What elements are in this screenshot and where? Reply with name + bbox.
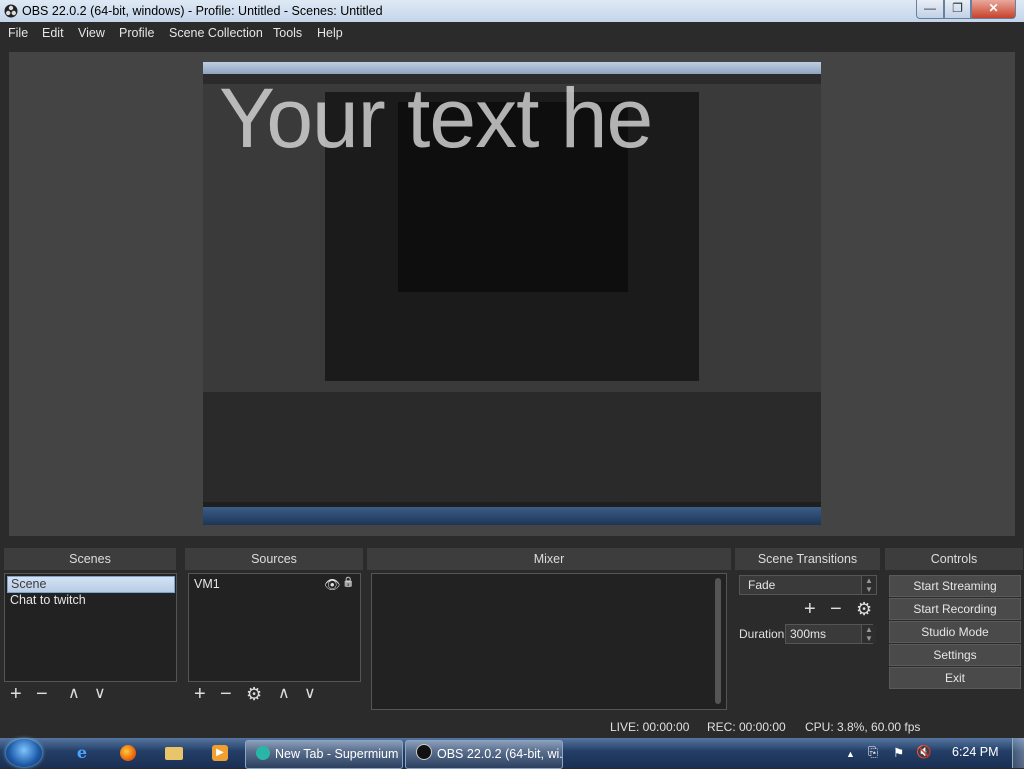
- live-timer: LIVE: 00:00:00: [610, 720, 690, 734]
- firefox-icon[interactable]: [116, 742, 140, 764]
- scene-item-chat-to-twitch[interactable]: Chat to twitch: [7, 593, 86, 608]
- text-source-overlay: Your text he: [219, 71, 653, 165]
- source-up-icon[interactable]: ∧: [278, 685, 290, 703]
- preview-canvas[interactable]: Your text he: [203, 62, 821, 525]
- close-button[interactable]: ✕: [971, 0, 1016, 19]
- source-item-vm1[interactable]: VM1: [191, 577, 220, 592]
- add-scene-icon[interactable]: +: [10, 684, 22, 704]
- menu-profile[interactable]: Profile: [119, 26, 154, 40]
- minimize-button[interactable]: —: [916, 0, 944, 19]
- remove-transition-icon[interactable]: −: [830, 599, 842, 619]
- studio-mode-button[interactable]: Studio Mode: [889, 621, 1021, 643]
- lock-icon[interactable]: 🔒: [342, 577, 354, 588]
- sources-dock-header: Sources: [185, 548, 363, 570]
- taskbar-item-obs[interactable]: OBS 22.0.2 (64-bit, wi...: [405, 740, 563, 769]
- remove-source-icon[interactable]: −: [220, 684, 232, 704]
- rec-timer: REC: 00:00:00: [707, 720, 786, 734]
- media-player-icon[interactable]: ▶: [208, 742, 232, 764]
- clock[interactable]: 6:24 PM: [952, 745, 999, 759]
- duration-spinner-arrows[interactable]: ▲ ▼: [861, 625, 876, 643]
- add-source-icon[interactable]: +: [194, 684, 206, 704]
- transition-properties-gear-icon[interactable]: ⚙: [856, 600, 872, 618]
- source-properties-gear-icon[interactable]: ⚙: [246, 685, 262, 703]
- show-hidden-icons-icon[interactable]: ▲: [846, 749, 855, 759]
- controls-dock-header: Controls: [885, 548, 1023, 570]
- window-title: OBS 22.0.2 (64-bit, windows) - Profile: …: [22, 4, 383, 18]
- scene-item-scene[interactable]: Scene: [7, 576, 175, 593]
- network-icon[interactable]: ⎘: [868, 745, 878, 760]
- obs-taskbar-icon: [416, 744, 432, 760]
- window-controls: — ❐ ✕: [916, 0, 1016, 19]
- transition-select[interactable]: Fade: [739, 575, 877, 595]
- mixer-panel: [371, 573, 727, 710]
- mixer-dock-header: Mixer: [367, 548, 731, 570]
- menu-help[interactable]: Help: [317, 26, 343, 40]
- menu-scene-collection[interactable]: Scene Collection: [169, 26, 263, 40]
- nested-capture-docks: [203, 392, 821, 502]
- obs-logo-icon: [4, 4, 18, 18]
- menu-view[interactable]: View: [78, 26, 105, 40]
- start-button[interactable]: [6, 739, 42, 767]
- menu-tools[interactable]: Tools: [273, 26, 302, 40]
- supermium-icon: [256, 746, 270, 760]
- menu-bar: File Edit View Profile Scene Collection …: [0, 22, 1024, 43]
- menu-file[interactable]: File: [8, 26, 28, 40]
- transition-select-value: Fade: [748, 578, 776, 592]
- remove-scene-icon[interactable]: −: [36, 684, 48, 704]
- duration-value: 300ms: [790, 627, 827, 641]
- add-transition-icon[interactable]: +: [804, 599, 816, 619]
- duration-field[interactable]: 300ms: [785, 624, 873, 644]
- taskbar-item-supermium-label: New Tab - Supermium: [275, 747, 399, 761]
- show-desktop-button[interactable]: [1012, 738, 1024, 768]
- scene-down-icon[interactable]: ∨: [94, 685, 106, 703]
- title-bar[interactable]: OBS 22.0.2 (64-bit, windows) - Profile: …: [0, 0, 1024, 22]
- settings-button[interactable]: Settings: [889, 644, 1021, 666]
- scene-up-icon[interactable]: ∧: [68, 685, 80, 703]
- taskbar-item-obs-label: OBS 22.0.2 (64-bit, wi...: [437, 747, 563, 761]
- visibility-eye-icon[interactable]: 👁: [324, 577, 341, 593]
- sources-list[interactable]: VM1 👁 🔒: [188, 573, 361, 682]
- start-recording-button[interactable]: Start Recording: [889, 598, 1021, 620]
- action-center-flag-icon[interactable]: ⚑: [893, 745, 904, 760]
- menu-edit[interactable]: Edit: [42, 26, 64, 40]
- taskbar-item-supermium[interactable]: New Tab - Supermium: [245, 740, 403, 769]
- source-down-icon[interactable]: ∨: [304, 685, 316, 703]
- mixer-scrollbar[interactable]: [715, 578, 721, 704]
- cpu-fps-readout: CPU: 3.8%, 60.00 fps: [805, 720, 921, 734]
- duration-label: Duration: [739, 627, 785, 641]
- start-streaming-button[interactable]: Start Streaming: [889, 575, 1021, 597]
- transition-select-arrows[interactable]: ▲ ▼: [861, 576, 876, 594]
- restore-button[interactable]: ❐: [944, 0, 971, 19]
- transitions-dock-header: Scene Transitions: [735, 548, 880, 570]
- scenes-dock-header: Scenes: [4, 548, 176, 570]
- file-explorer-icon[interactable]: [162, 742, 186, 764]
- exit-button[interactable]: Exit: [889, 667, 1021, 689]
- internet-explorer-icon[interactable]: e: [70, 742, 94, 764]
- scenes-list[interactable]: Scene Chat to twitch: [4, 573, 177, 682]
- nested-capture-taskbar: [203, 507, 821, 525]
- volume-muted-icon[interactable]: 🔇: [916, 745, 932, 760]
